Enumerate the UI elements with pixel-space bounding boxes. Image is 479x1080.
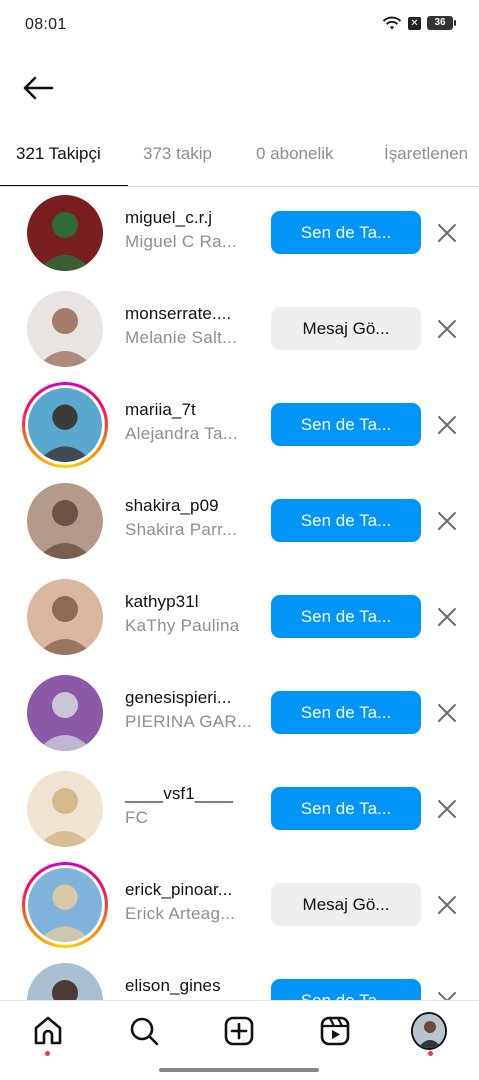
avatar[interactable] [27,291,103,367]
profile-avatar [411,1012,447,1050]
follow-back-button[interactable]: Sen de Ta... [271,211,421,254]
profile-photo [413,1014,445,1048]
remove-follower-button[interactable] [432,218,462,248]
message-button[interactable]: Mesaj Gö... [271,883,421,926]
back-button[interactable] [20,70,56,106]
remove-follower-button[interactable] [432,506,462,536]
remove-follower-button[interactable] [432,410,462,440]
follower-row[interactable]: elison_gines Sen de Ta... [0,953,479,1000]
tab-flagged[interactable]: İşaretlenen [384,144,468,164]
close-icon [438,704,456,722]
remove-follower-button[interactable] [432,602,462,632]
username[interactable]: mariia_7t [125,400,196,420]
avatar-photo [27,771,103,847]
nav-home[interactable] [30,1013,66,1056]
status-bar: 08:01 ✕ 36 [0,0,479,52]
nav-reels[interactable] [317,1013,353,1049]
avatar-photo [27,291,103,367]
home-indicator[interactable] [159,1068,319,1072]
full-name: KaThy Paulina [125,616,240,635]
close-icon [438,512,456,530]
battery-icon: 36 [427,16,456,30]
full-name: Shakira Parr... [125,520,238,539]
close-icon [438,320,456,338]
remove-follower-button[interactable] [432,986,462,1000]
username[interactable]: erick_pinoar... [125,880,232,900]
tab-followers[interactable]: 321 Takipçi [16,144,101,164]
no-sim-icon: ✕ [408,16,421,30]
follower-row[interactable]: erick_pinoar... Erick Arteag... Mesaj Gö..… [0,857,479,953]
avatar-story-ring[interactable] [22,382,108,468]
follow-back-button[interactable]: Sen de Ta... [271,979,421,1000]
username[interactable]: kathyp31l [125,592,199,612]
nav-profile[interactable] [411,1012,447,1056]
home-icon [34,1016,62,1045]
follower-row[interactable]: kathyp31l KaThy Paulina Sen de Ta... [0,569,479,665]
remove-follower-button[interactable] [432,890,462,920]
close-icon [438,224,456,242]
follow-back-button[interactable]: Sen de Ta... [271,691,421,734]
follow-back-button[interactable]: Sen de Ta... [271,595,421,638]
create-icon [224,1016,254,1046]
follow-back-button[interactable]: Sen de Ta... [271,403,421,446]
remove-follower-button[interactable] [432,794,462,824]
follower-row[interactable]: miguel_c.r.j Miguel C Ra... Sen de Ta... [0,185,479,281]
avatar-photo [28,388,102,462]
follower-list[interactable]: miguel_c.r.j Miguel C Ra... Sen de Ta... mo… [0,185,479,1000]
avatar-photo [27,963,103,1000]
remove-follower-button[interactable] [432,698,462,728]
avatar-photo [27,579,103,655]
avatar-photo [27,195,103,271]
follower-row[interactable]: shakira_p09 Shakira Parr... Sen de Ta... [0,473,479,569]
close-icon [438,992,456,1000]
remove-follower-button[interactable] [432,314,462,344]
profile-notification-dot [428,1051,433,1056]
message-button[interactable]: Mesaj Gö... [271,307,421,350]
follower-row[interactable]: monserrate.... Melanie Salt... Mesaj Gö... [0,281,479,377]
arrow-left-icon [23,76,54,100]
full-name: PIERINA GAR... [125,712,253,731]
avatar[interactable] [27,579,103,655]
close-icon [438,896,456,914]
status-time: 08:01 [25,16,67,33]
avatar[interactable] [27,675,103,751]
follower-row[interactable]: genesispieri... PIERINA GAR... Sen de Ta..… [0,665,479,761]
close-icon [438,608,456,626]
avatar[interactable] [27,771,103,847]
search-icon [130,1017,159,1046]
nav-create[interactable] [221,1013,257,1049]
follow-back-button[interactable]: Sen de Ta... [271,787,421,830]
home-notification-dot [45,1051,50,1056]
tab-following[interactable]: 373 takip [143,144,212,164]
avatar[interactable] [27,483,103,559]
avatar-photo [27,483,103,559]
username[interactable]: shakira_p09 [125,496,219,516]
username[interactable]: elison_gines [125,976,221,996]
close-icon [438,416,456,434]
avatar-photo [27,675,103,751]
nav-search[interactable] [126,1013,162,1049]
username[interactable]: miguel_c.r.j [125,208,212,228]
follow-tabs: 321 Takipçi 373 takip 0 abonelik İşaretl… [0,128,479,187]
tab-subscriptions[interactable]: 0 abonelik [256,144,334,164]
avatar-story-ring[interactable] [22,862,108,948]
follower-row[interactable]: mariia_7t Alejandra Ta... Sen de Ta... [0,377,479,473]
username[interactable]: genesispieri... [125,688,231,708]
avatar[interactable] [27,195,103,271]
full-name: Erick Arteag... [125,904,236,923]
close-icon [438,800,456,818]
status-icons: ✕ 36 [382,15,456,31]
full-name: Alejandra Ta... [125,424,238,443]
reels-icon [320,1016,350,1046]
username[interactable]: monserrate.... [125,304,231,324]
full-name: Miguel C Ra... [125,232,237,251]
avatar-photo [28,868,102,942]
avatar[interactable] [27,963,103,1000]
follower-row[interactable]: ____vsf1____ FC Sen de Ta... [0,761,479,857]
full-name: FC [125,808,149,827]
wifi-icon [382,16,402,30]
full-name: Melanie Salt... [125,328,238,347]
follow-back-button[interactable]: Sen de Ta... [271,499,421,542]
username[interactable]: ____vsf1____ [125,784,233,804]
